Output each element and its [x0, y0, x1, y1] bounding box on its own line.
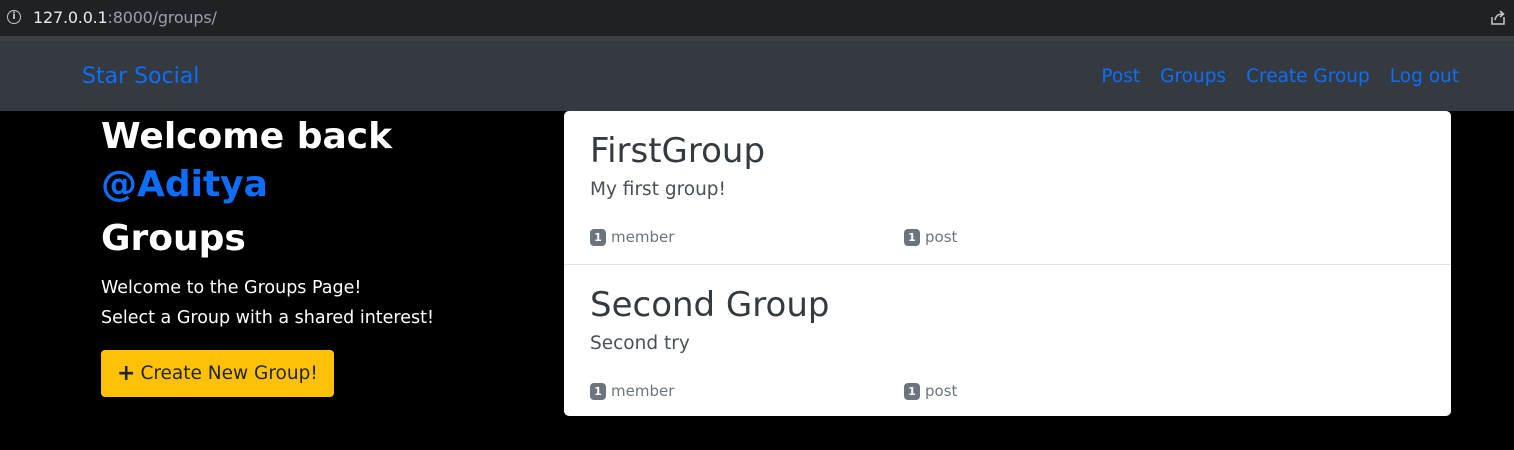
nav-link-create-group[interactable]: Create Group: [1246, 66, 1370, 87]
url-host: 127.0.0.1: [33, 8, 108, 27]
welcome-heading: Welcome back: [101, 116, 393, 157]
group-description: Second try: [590, 333, 690, 354]
group-description: My first group!: [590, 179, 726, 200]
intro-text: Welcome to the Groups Page! Select a Gro…: [101, 273, 541, 333]
groups-sidebar: Welcome back @Aditya Groups Welcome to t…: [101, 113, 541, 397]
group-title: FirstGroup: [590, 131, 766, 171]
browser-address-bar: i 127.0.0.1:8000/groups/: [0, 0, 1514, 36]
post-count: 1 post: [904, 382, 957, 400]
member-count: 1 member: [590, 382, 674, 400]
nav-link-post[interactable]: Post: [1101, 66, 1140, 87]
plus-icon: +: [117, 360, 136, 386]
navbar: Star Social Post Groups Create Group Log…: [0, 41, 1514, 111]
member-count-badge: 1: [590, 382, 606, 400]
member-label: member: [611, 228, 675, 246]
intro-line-2: Select a Group with a shared interest!: [101, 308, 434, 328]
group-item-second-group[interactable]: Second Group Second try 1 member 1 post: [564, 264, 1451, 416]
create-group-button[interactable]: + Create New Group!: [101, 350, 334, 397]
post-count-badge: 1: [904, 228, 920, 246]
group-list: FirstGroup My first group! 1 member 1 po…: [564, 111, 1451, 416]
page-title: Groups: [101, 218, 246, 259]
username: @Aditya: [101, 164, 268, 205]
brand-link[interactable]: Star Social: [82, 64, 199, 89]
nav-link-logout[interactable]: Log out: [1390, 66, 1459, 87]
post-label: post: [925, 228, 958, 246]
create-group-label: Create New Group!: [140, 363, 318, 384]
info-icon[interactable]: i: [7, 10, 21, 24]
member-count-badge: 1: [590, 228, 606, 246]
post-label: post: [925, 382, 958, 400]
intro-line-1: Welcome to the Groups Page!: [101, 278, 362, 298]
group-item-firstgroup[interactable]: FirstGroup My first group! 1 member 1 po…: [564, 111, 1451, 263]
nav-links: Post Groups Create Group Log out: [1101, 66, 1459, 87]
url-field[interactable]: 127.0.0.1:8000/groups/: [33, 8, 217, 27]
post-count: 1 post: [904, 228, 957, 246]
group-title: Second Group: [590, 285, 830, 325]
post-count-badge: 1: [904, 382, 920, 400]
share-icon[interactable]: [1489, 9, 1507, 27]
url-path: :8000/groups/: [107, 8, 217, 27]
nav-link-groups[interactable]: Groups: [1160, 66, 1226, 87]
member-count: 1 member: [590, 228, 674, 246]
member-label: member: [611, 382, 675, 400]
